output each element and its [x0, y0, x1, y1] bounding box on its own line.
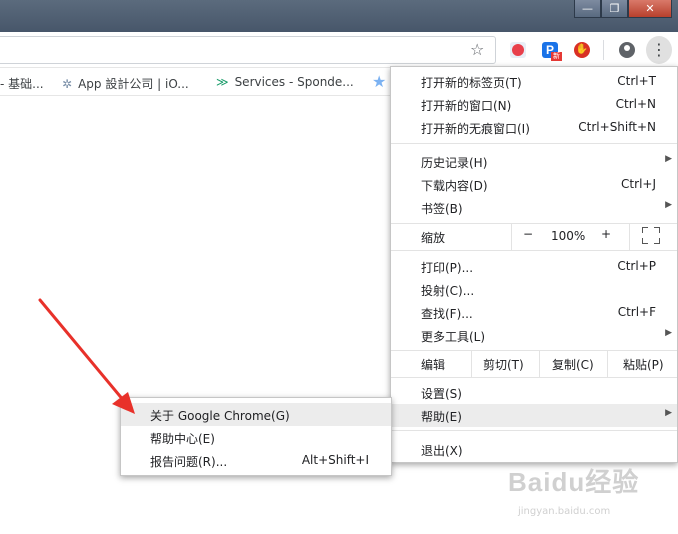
watermark-text: Baidu经验	[508, 467, 640, 497]
annotation-arrow-icon	[38, 298, 135, 414]
baidu-watermark: Baidu经验 jingyan.baidu.com	[508, 462, 668, 524]
arrow-head	[112, 392, 135, 414]
arrow-shaft	[38, 298, 126, 403]
watermark-url: jingyan.baidu.com	[518, 506, 611, 517]
